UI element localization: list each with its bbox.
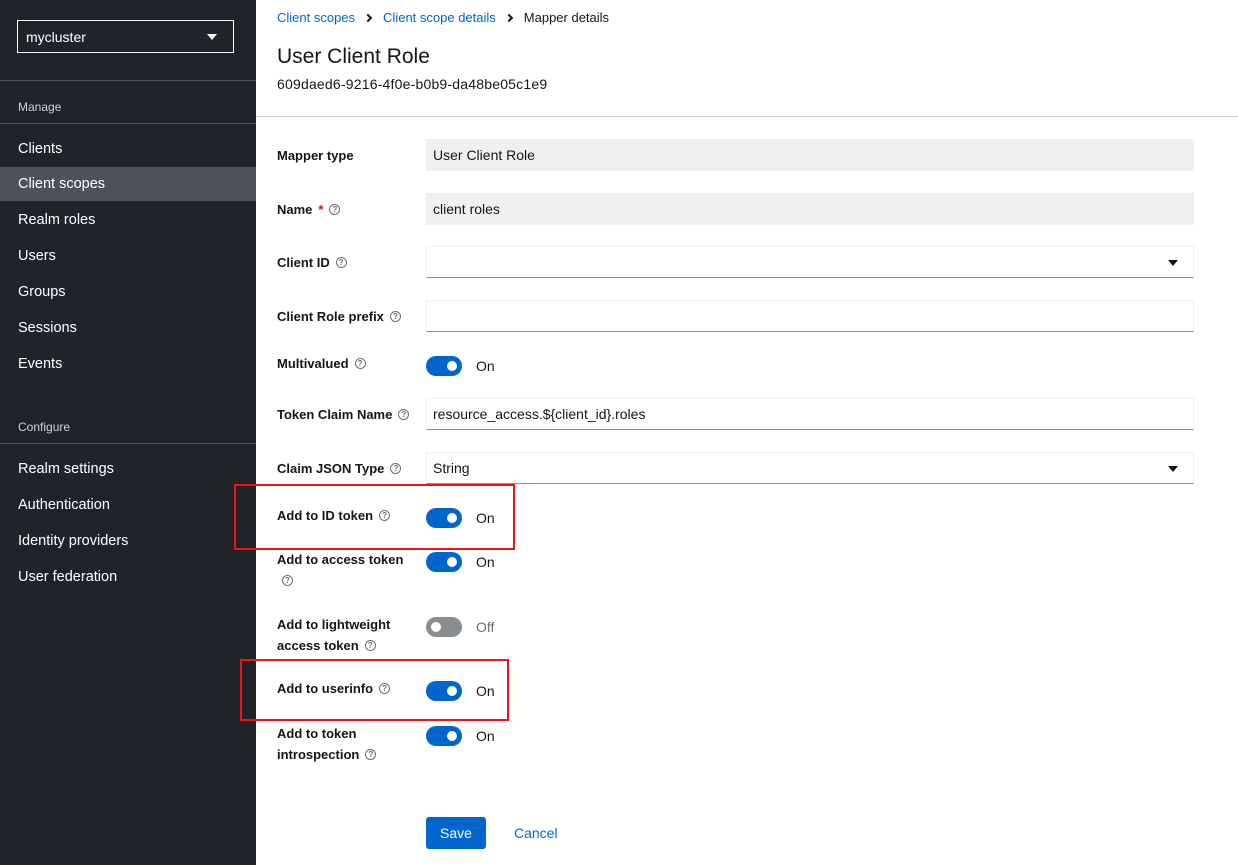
manage-section-title: Manage xyxy=(18,100,62,114)
sidebar-item-realm-settings[interactable]: Realm settings xyxy=(0,452,256,486)
add-access-token-label-text: Add to access token xyxy=(277,552,404,567)
help-icon[interactable]: ? xyxy=(354,358,366,370)
name-label: Name *? xyxy=(277,199,341,220)
divider xyxy=(0,443,256,444)
help-icon[interactable]: ? xyxy=(389,311,401,323)
highlight-box-id-token xyxy=(234,484,515,550)
sidebar-item-identity-providers[interactable]: Identity providers xyxy=(0,524,256,558)
switch-knob xyxy=(447,731,457,741)
sidebar-item-events[interactable]: Events xyxy=(0,347,256,381)
page-title: User Client Role xyxy=(277,45,430,68)
token-claim-name-label-text: Token Claim Name xyxy=(277,407,393,422)
realm-selector[interactable]: mycluster xyxy=(17,20,234,53)
chevron-right-icon xyxy=(504,13,514,22)
help-icon[interactable]: ? xyxy=(282,575,293,587)
help-icon[interactable]: ? xyxy=(398,409,410,421)
add-lightweight-label: Add to lightweight access token? xyxy=(277,614,390,656)
add-introspection-switch[interactable] xyxy=(426,726,462,746)
add-access-token-switch[interactable] xyxy=(426,552,462,572)
client-id-select[interactable] xyxy=(426,246,1194,278)
configure-section-title: Configure xyxy=(18,420,71,434)
token-claim-name-input[interactable]: resource_access.${client_id}.roles xyxy=(426,398,1194,430)
help-icon[interactable]: ? xyxy=(335,257,347,269)
multivalued-label-text: Multivalued xyxy=(277,356,349,371)
multivalued-state: On xyxy=(476,358,495,374)
switch-knob xyxy=(431,622,441,632)
multivalued-label: Multivalued? xyxy=(277,353,366,374)
add-access-token-state: On xyxy=(476,554,495,570)
add-introspection-label-line1: Add to token xyxy=(277,726,357,741)
divider xyxy=(0,123,256,124)
sidebar-item-clients[interactable]: Clients xyxy=(0,132,256,166)
sidebar-item-authentication[interactable]: Authentication xyxy=(0,488,256,522)
sidebar-item-groups[interactable]: Groups xyxy=(0,275,256,309)
breadcrumb: Client scopes Client scope details Mappe… xyxy=(277,10,609,25)
claim-json-type-select[interactable]: String xyxy=(426,452,1194,484)
sidebar: mycluster Manage Clients Client scopes R… xyxy=(0,0,256,865)
name-field: client roles xyxy=(426,193,1194,225)
sidebar-item-client-scopes[interactable]: Client scopes xyxy=(0,167,256,201)
add-lightweight-state: Off xyxy=(476,619,495,635)
add-introspection-label-line2: introspection xyxy=(277,747,360,762)
mapper-id: 609daed6-9216-4f0e-b0b9-da48be05c1e9 xyxy=(277,76,548,92)
token-claim-name-label: Token Claim Name? xyxy=(277,404,410,425)
help-icon[interactable]: ? xyxy=(390,463,402,475)
claim-json-type-value: String xyxy=(433,460,470,476)
help-icon[interactable]: ? xyxy=(364,640,376,652)
realm-name: mycluster xyxy=(26,28,86,45)
cancel-button[interactable]: Cancel xyxy=(502,817,570,849)
caret-down-icon xyxy=(1168,466,1178,472)
claim-json-type-label-text: Claim JSON Type xyxy=(277,461,385,476)
client-role-prefix-input[interactable] xyxy=(426,300,1194,332)
name-label-text: Name xyxy=(277,202,313,217)
main-content: Client scopes Client scope details Mappe… xyxy=(234,0,1238,865)
client-role-prefix-label: Client Role prefix? xyxy=(277,306,401,327)
multivalued-switch[interactable] xyxy=(426,356,462,376)
client-id-label: Client ID? xyxy=(277,252,347,273)
chevron-right-icon xyxy=(363,13,373,22)
add-access-token-label: Add to access token? xyxy=(277,549,403,591)
add-introspection-state: On xyxy=(476,728,495,744)
caret-down-icon xyxy=(207,34,217,40)
mapper-type-label-text: Mapper type xyxy=(277,148,354,163)
add-introspection-label: Add to token introspection? xyxy=(277,723,377,765)
mapper-type-field: User Client Role xyxy=(426,139,1194,171)
add-lightweight-label-line2: access token xyxy=(277,638,359,653)
sidebar-item-realm-roles[interactable]: Realm roles xyxy=(0,203,256,237)
divider xyxy=(256,116,1238,117)
add-lightweight-switch[interactable] xyxy=(426,617,462,637)
switch-knob xyxy=(447,361,457,371)
client-role-prefix-label-text: Client Role prefix xyxy=(277,309,384,324)
switch-knob xyxy=(447,557,457,567)
save-button[interactable]: Save xyxy=(426,817,486,849)
claim-json-type-label: Claim JSON Type? xyxy=(277,458,402,479)
required-indicator: * xyxy=(318,202,324,217)
help-icon[interactable]: ? xyxy=(365,749,377,761)
sidebar-item-sessions[interactable]: Sessions xyxy=(0,311,256,345)
caret-down-icon xyxy=(1168,260,1178,266)
mapper-type-label: Mapper type xyxy=(277,145,354,166)
sidebar-item-user-federation[interactable]: User federation xyxy=(0,560,256,594)
breadcrumb-client-scope-details[interactable]: Client scope details xyxy=(383,10,496,25)
add-lightweight-label-line1: Add to lightweight xyxy=(277,617,391,632)
client-id-label-text: Client ID xyxy=(277,255,330,270)
highlight-box-userinfo xyxy=(240,659,509,721)
breadcrumb-client-scopes[interactable]: Client scopes xyxy=(277,10,355,25)
help-icon[interactable]: ? xyxy=(329,204,341,216)
sidebar-item-users[interactable]: Users xyxy=(0,239,256,273)
divider xyxy=(0,80,256,81)
breadcrumb-current: Mapper details xyxy=(523,10,610,25)
